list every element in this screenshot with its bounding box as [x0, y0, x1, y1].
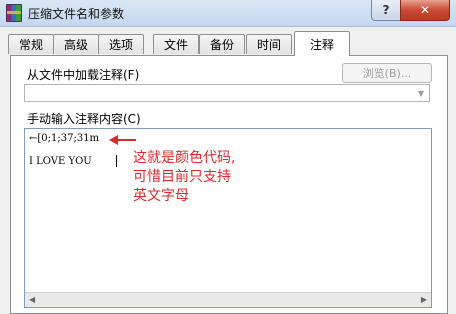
tab-comment[interactable]: 注释 — [294, 31, 350, 56]
annotation-line: 这就是颜色代码, — [133, 150, 236, 166]
annotation-line: 可惜目前只支持 — [133, 169, 231, 185]
tab-backup[interactable]: 备份 — [199, 34, 245, 54]
load-from-file-label: 从文件中加载注释(F) — [27, 68, 140, 82]
help-button[interactable]: ? — [371, 0, 401, 21]
comment-line-text: I LOVE YOU — [29, 156, 92, 167]
title-bar: 压缩文件名和参数 ? ✕ — [0, 0, 456, 27]
horizontal-scrollbar[interactable]: ◀ ▶ — [25, 292, 431, 307]
tab-options[interactable]: 选项 — [98, 34, 144, 54]
tab-time[interactable]: 时间 — [246, 34, 292, 54]
chevron-down-icon[interactable]: ▼ — [413, 85, 429, 101]
tab-advanced[interactable]: 高级 — [53, 34, 99, 54]
text-caret — [116, 155, 117, 167]
browse-button[interactable]: 浏览(B)... — [342, 63, 432, 83]
window-title: 压缩文件名和参数 — [28, 7, 125, 21]
manual-comment-label: 手动输入注释内容(C) — [27, 112, 141, 126]
scroll-right-icon[interactable]: ▶ — [421, 295, 427, 304]
winrar-app-icon — [6, 4, 22, 22]
annotation-line: 英文字母 — [133, 188, 189, 204]
tab-general[interactable]: 常规 — [8, 34, 54, 54]
red-arrow-icon — [109, 135, 136, 145]
scroll-left-icon[interactable]: ◀ — [29, 295, 35, 304]
tab-files[interactable]: 文件 — [153, 34, 199, 54]
comment-line-color-code: ←[0;1;37;31m — [29, 133, 100, 144]
annotation-note: 这就是颜色代码, 可惜目前只支持 英文字母 — [133, 149, 235, 206]
comment-file-combo[interactable]: ▼ — [24, 84, 430, 102]
comment-textarea[interactable]: ←[0;1;37;31m I LOVE YOU 这就是颜色代码, 可惜目前只支持… — [24, 128, 432, 308]
close-button[interactable]: ✕ — [400, 0, 450, 21]
